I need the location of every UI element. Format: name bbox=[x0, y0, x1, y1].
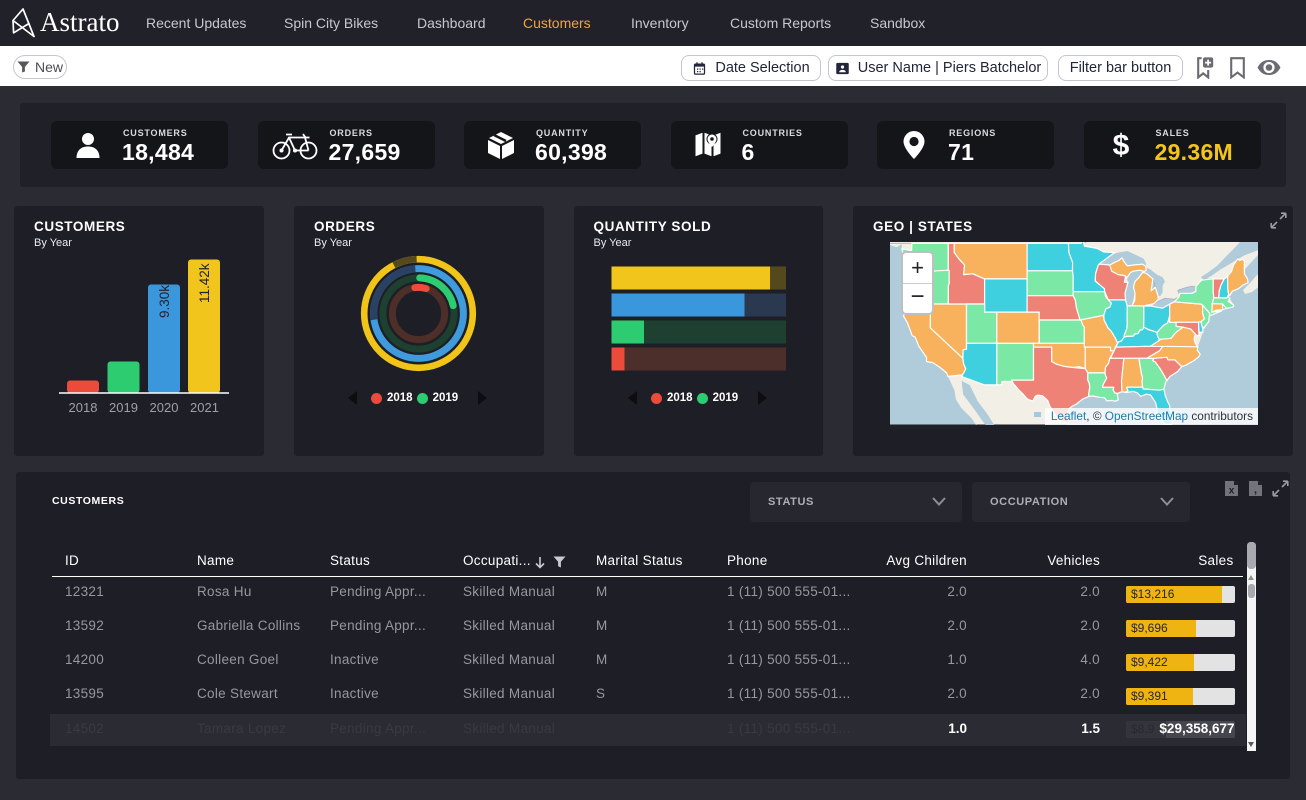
svg-text:9.30k: 9.30k bbox=[157, 285, 172, 318]
svg-text:11.42k: 11.42k bbox=[197, 263, 212, 303]
svg-text:2021: 2021 bbox=[190, 400, 219, 415]
svg-text:2018: 2018 bbox=[69, 400, 98, 415]
svg-text:$: $ bbox=[1112, 129, 1129, 162]
svg-text:x: x bbox=[1229, 486, 1235, 497]
svg-text:2020: 2020 bbox=[150, 400, 179, 415]
svg-text:2019: 2019 bbox=[109, 400, 138, 415]
svg-text:,: , bbox=[1254, 484, 1257, 496]
